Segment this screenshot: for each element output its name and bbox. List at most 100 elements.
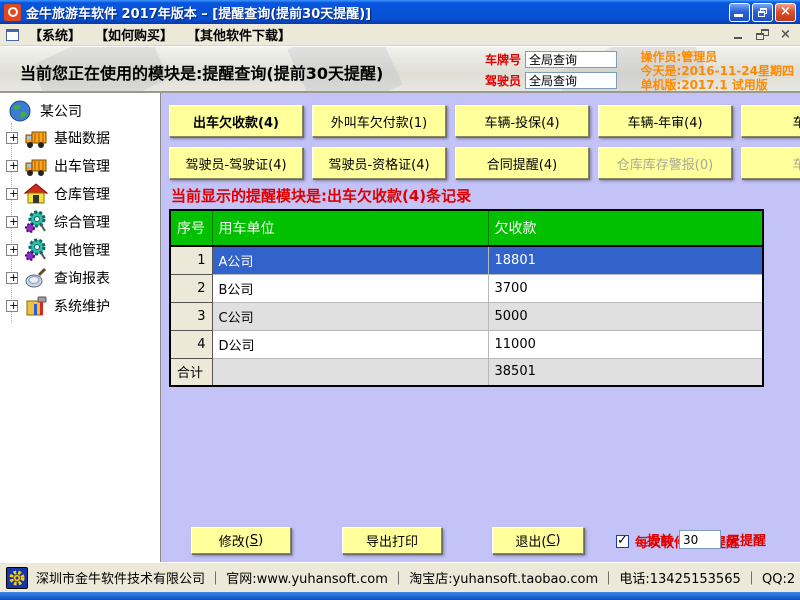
- total-label: 合计: [170, 358, 212, 386]
- column-header-seq: 序号: [170, 210, 212, 246]
- row-unit: C公司: [212, 302, 488, 330]
- restore-button[interactable]: [752, 3, 773, 22]
- row-seq: 2: [170, 274, 212, 302]
- table-row[interactable]: 4 D公司 11000: [170, 330, 763, 358]
- driver-search-input[interactable]: [525, 72, 617, 89]
- startup-reminder-checkbox[interactable]: [616, 535, 629, 548]
- expand-plus-icon[interactable]: [6, 300, 18, 312]
- driver-label: 驾驶员: [485, 72, 521, 89]
- application-window: 金牛旅游车软件 2017年版本 – [提醒查询(提前30天提醒)] × 【系统】…: [0, 0, 800, 600]
- sidebar-item-label: 系统维护: [54, 296, 110, 316]
- reminder-button-vehicle-clipped[interactable]: 车辆-: [741, 105, 800, 137]
- reminder-button-contract[interactable]: 合同提醒(4): [455, 147, 589, 179]
- gears-icon: [24, 210, 48, 234]
- row-amount: 5000: [488, 302, 763, 330]
- row-seq: 4: [170, 330, 212, 358]
- expand-plus-icon[interactable]: [6, 160, 18, 172]
- table-row[interactable]: 2 B公司 3700: [170, 274, 763, 302]
- reminder-button-vehicle-insurance[interactable]: 车辆-投保(4): [455, 105, 589, 137]
- status-bar: 深圳市金牛软件技术有限公司 ｜ 官网:www.yuhansoft.com ｜ 淘…: [0, 562, 800, 592]
- mdi-restore-icon[interactable]: [754, 27, 771, 42]
- current-module-text: 当前您正在使用的模块是:提醒查询(提前30天提醒): [20, 60, 383, 84]
- expand-plus-icon[interactable]: [6, 132, 18, 144]
- advance-days-input[interactable]: [679, 530, 721, 549]
- sidebar-tree: 某公司 基础数据 出车管理: [0, 93, 161, 562]
- bottom-blue-strip: [0, 592, 800, 600]
- menu-other-downloads[interactable]: 【其他软件下载】: [187, 25, 291, 44]
- expand-plus-icon[interactable]: [6, 244, 18, 256]
- sidebar-item-warehouse[interactable]: 仓库管理: [6, 181, 110, 207]
- total-amount: 38501: [488, 358, 763, 386]
- reminder-button-driver-license[interactable]: 驾驶员-驾驶证(4): [169, 147, 303, 179]
- row-amount: 3700: [488, 274, 763, 302]
- window-title: 金牛旅游车软件 2017年版本 – [提醒查询(提前30天提醒)]: [26, 3, 729, 22]
- table-row[interactable]: 1 A公司 18801: [170, 246, 763, 274]
- status-bar-text: 深圳市金牛软件技术有限公司 ｜ 官网:www.yuhansoft.com ｜ 淘…: [36, 568, 794, 587]
- session-info: 操作员:管理员 今天是:2016-11-24星期四 单机版:2017.1 试用版: [640, 50, 794, 92]
- reminder-button-stock-alert[interactable]: 仓库库存警报(0): [598, 147, 732, 179]
- report-search-icon: [24, 266, 48, 290]
- plate-search-input[interactable]: [525, 51, 617, 68]
- close-button[interactable]: ×: [775, 3, 796, 22]
- globe-icon: [8, 99, 32, 123]
- row-amount: 11000: [488, 330, 763, 358]
- tree-root-company[interactable]: 某公司: [8, 99, 82, 123]
- sidebar-item-dispatch[interactable]: 出车管理: [6, 153, 110, 179]
- modify-label-end: ): [258, 533, 263, 548]
- gears-icon: [24, 238, 48, 262]
- reminder-button-driver-certificate[interactable]: 驾驶员-资格证(4): [312, 147, 446, 179]
- minimize-icon: [734, 14, 743, 17]
- reminder-button-vehicle-inspection[interactable]: 车辆-年审(4): [598, 105, 732, 137]
- reminder-button-vehicle-clipped-2[interactable]: 车辆-: [741, 147, 800, 179]
- mdi-close-icon[interactable]: ×: [777, 27, 794, 42]
- menu-system[interactable]: 【系统】: [29, 25, 81, 44]
- sidebar-item-base-data[interactable]: 基础数据: [6, 125, 110, 151]
- modify-button[interactable]: 修改(S): [191, 527, 291, 554]
- menu-how-to-buy[interactable]: 【如何购买】: [95, 25, 173, 44]
- reminder-button-hired-payables[interactable]: 外叫车欠付款(1): [312, 105, 446, 137]
- title-bar: 金牛旅游车软件 2017年版本 – [提醒查询(提前30天提醒)] ×: [0, 0, 800, 24]
- table-row[interactable]: 3 C公司 5000: [170, 302, 763, 330]
- reminder-button-dispatch-receivables[interactable]: 出车欠收款(4): [169, 105, 303, 137]
- table-total-row: 合计 38501: [170, 358, 763, 386]
- export-print-button[interactable]: 导出打印: [342, 527, 442, 554]
- today-text: 今天是:2016-11-24星期四: [640, 64, 794, 78]
- row-unit: A公司: [212, 246, 488, 274]
- child-window-icon[interactable]: [6, 29, 19, 41]
- total-unit: [212, 358, 488, 386]
- sidebar-item-label: 其他管理: [54, 240, 110, 260]
- app-logo-icon: [4, 4, 21, 21]
- tree-root-label: 某公司: [40, 101, 82, 121]
- operator-text: 操作员:管理员: [640, 50, 794, 64]
- expand-plus-icon[interactable]: [6, 272, 18, 284]
- expand-plus-icon[interactable]: [6, 216, 18, 228]
- module-header: 当前您正在使用的模块是:提醒查询(提前30天提醒) 车牌号 驾驶员 操作员:管理…: [0, 46, 800, 93]
- row-amount: 18801: [488, 246, 763, 274]
- truck-icon: [24, 126, 48, 150]
- sidebar-item-label: 仓库管理: [54, 184, 110, 204]
- column-header-amount: 欠收款: [488, 210, 763, 246]
- edition-text: 单机版:2017.1 试用版: [640, 78, 794, 92]
- table-caption: 当前显示的提醒模块是:出车欠收款(4)条记录: [171, 185, 471, 206]
- sidebar-item-other-mgmt[interactable]: 其他管理: [6, 237, 110, 263]
- modify-hotkey: S: [250, 533, 258, 548]
- sidebar-item-reports[interactable]: 查询报表: [6, 265, 110, 291]
- row-unit: D公司: [212, 330, 488, 358]
- warehouse-icon: [24, 182, 48, 206]
- company-gear-icon: [6, 567, 28, 589]
- mdi-minimize-icon[interactable]: [731, 27, 748, 42]
- main-panel: 出车欠收款(4) 外叫车欠付款(1) 车辆-投保(4) 车辆-年审(4) 车辆-…: [161, 93, 800, 562]
- sidebar-item-label: 基础数据: [54, 128, 110, 148]
- table-header-row: 序号 用车单位 欠收款: [170, 210, 763, 246]
- menu-bar: 【系统】 【如何购买】 【其他软件下载】 ×: [0, 24, 800, 46]
- receivables-table: 序号 用车单位 欠收款 1 A公司 18801 2 B公司 3700 3 C公司…: [169, 209, 764, 387]
- sidebar-item-general-mgmt[interactable]: 综合管理: [6, 209, 110, 235]
- minimize-button[interactable]: [729, 3, 750, 22]
- advance-days-suffix: 天提醒: [727, 530, 766, 549]
- advance-days-label: 提前: [647, 530, 673, 549]
- close-icon: ×: [776, 4, 795, 20]
- sidebar-item-label: 出车管理: [54, 156, 110, 176]
- expand-plus-icon[interactable]: [6, 188, 18, 200]
- column-header-unit: 用车单位: [212, 210, 488, 246]
- sidebar-item-system-maintenance[interactable]: 系统维护: [6, 293, 110, 319]
